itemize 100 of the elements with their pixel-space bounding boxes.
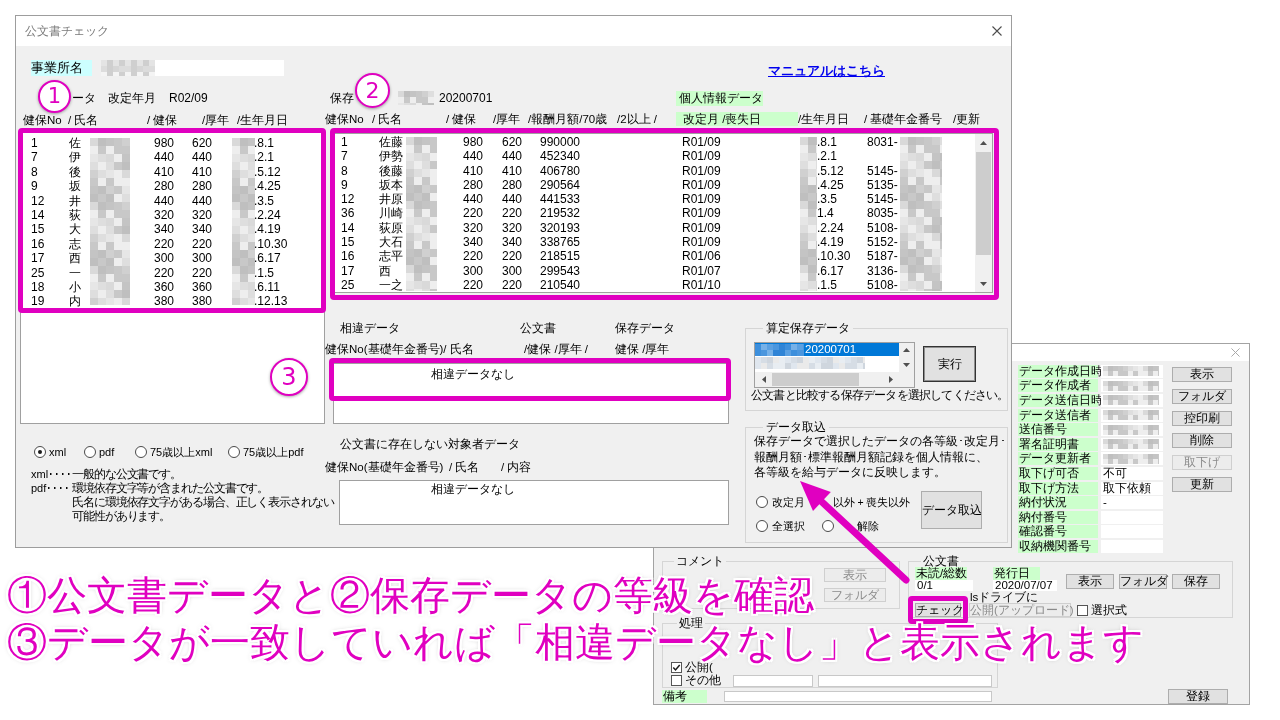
close-icon[interactable] [992, 26, 1002, 36]
list-cell-text: 伊勢 [379, 149, 404, 164]
text-field[interactable] [1101, 437, 1163, 451]
list-cell-text: 36 [341, 206, 356, 221]
import-radio[interactable]: 全選択 [756, 518, 805, 533]
field-label: 備考 [662, 690, 707, 703]
action-button[interactable]: 削除 [1172, 433, 1232, 448]
column-header: / 氏名 [372, 112, 404, 126]
column-header: 健保No [325, 112, 365, 126]
list-cell-text: 452340 [540, 149, 582, 164]
list-cell-text: 219532 [540, 206, 582, 221]
scrollbar-thumb[interactable] [772, 373, 859, 386]
import-radio[interactable]: 解除 [822, 518, 879, 533]
list-cell-text: 440 [192, 193, 214, 208]
revision-label: 改定年月 [108, 91, 157, 105]
action-button[interactable]: フォルダ [1172, 389, 1232, 404]
list-cell-text: 16 [31, 236, 46, 252]
scrollbar[interactable] [899, 343, 914, 372]
text-field[interactable] [101, 60, 284, 76]
section-label: 公文書 [520, 320, 557, 336]
list-cell-text: .10.30 [254, 236, 289, 252]
list-cell-text: 志 [69, 236, 82, 252]
list-cell-text: 218515 [540, 249, 582, 264]
up-arrow-icon[interactable] [903, 348, 910, 353]
list-cell-text: 16 [341, 249, 356, 264]
right-arrow-icon[interactable] [888, 376, 893, 383]
up-arrow-icon[interactable] [980, 140, 987, 145]
run-button[interactable]: 実行 [923, 346, 976, 382]
down-arrow-icon[interactable] [980, 281, 987, 286]
input-field[interactable] [732, 674, 813, 687]
field-label: 納付番号 [1018, 510, 1098, 524]
format-radio[interactable]: xml [34, 445, 84, 459]
left-arrow-icon[interactable] [761, 376, 766, 383]
list-cell-text: .8.1 [817, 135, 838, 150]
text-field[interactable] [1101, 423, 1163, 437]
check-button[interactable]: チェック [915, 603, 961, 617]
action-button[interactable]: フォルダ [1119, 574, 1167, 589]
format-radio[interactable]: pdf [84, 445, 135, 459]
input-field[interactable] [724, 691, 992, 702]
list-cell-text: 620 [192, 136, 214, 151]
note-text: 環境依存文字等が含まれた公文書です。 氏名に環境依存文字がある場合、正しく表示されない 可能性があります。 [72, 481, 334, 523]
text-field[interactable] [1101, 394, 1163, 407]
format-radio[interactable]: 75歳以上pdf [228, 445, 325, 459]
list-box[interactable]: 相違データなし [333, 363, 729, 424]
option-checkbox[interactable]: その他 [671, 674, 733, 687]
scrollbar-thumb[interactable] [976, 152, 991, 255]
text-field[interactable]: 2020/07/07 [993, 580, 1057, 591]
list-box[interactable] [20, 130, 325, 424]
description-text: 保存データで選択したデータの各等級･改定月･ 報酬月額･標準報酬月額記録を個人情報に、 各等級を給与データに反映します。 [754, 434, 1006, 480]
list-cell-text: 340 [192, 222, 214, 237]
text-field[interactable]: 不可 [1101, 466, 1163, 480]
list-cell-text: .1.5 [817, 277, 838, 292]
manual-link[interactable]: マニュアルはこちら [768, 64, 885, 78]
list-cell-text: 410 [502, 163, 524, 178]
action-button[interactable]: 控印刷 [1172, 411, 1232, 426]
list-cell-text: 220 [154, 265, 176, 280]
text-field[interactable]: 0/1 [915, 580, 973, 591]
action-button[interactable]: 保存 [1172, 574, 1220, 589]
list-cell-text: 大石 [379, 235, 404, 250]
list-cell-text: 220 [192, 265, 214, 280]
list-cell-text: 伊 [69, 150, 82, 165]
register-button[interactable]: 登録 [1168, 689, 1228, 704]
text-field[interactable] [1101, 408, 1163, 422]
action-button[interactable]: 更新 [1172, 477, 1232, 492]
empty-message: 相違データなし [431, 483, 515, 496]
list-box[interactable]: 相違データなし [339, 480, 729, 525]
down-arrow-icon[interactable] [903, 362, 910, 367]
import-button[interactable]: データ取込 [921, 490, 982, 529]
list-cell-text: .5.12 [254, 164, 282, 180]
field-label: 送信番号 [1018, 423, 1098, 437]
list-cell-text: R01/06 [682, 249, 722, 264]
text-field[interactable] [1101, 364, 1163, 378]
list-cell-text: 320 [192, 207, 214, 223]
note-text: 一般的な公文書です。 [72, 467, 181, 481]
hint-text: 公文書と比較する保存データを選択してください。 [751, 389, 1009, 402]
select-checkbox[interactable]: 選択式 [1077, 603, 1127, 617]
list-item[interactable]: 20200701 [755, 343, 899, 356]
list-cell-text: 299543 [540, 263, 582, 278]
text-field[interactable] [1101, 379, 1163, 393]
text-field[interactable] [1101, 452, 1163, 466]
import-radio[interactable]: 改定月 以外 + 喪失以外 [756, 494, 911, 509]
scrollbar[interactable] [975, 134, 992, 292]
list-box[interactable]: 20200701 [754, 342, 915, 388]
input-field[interactable] [817, 674, 992, 687]
scrollbar[interactable] [755, 372, 914, 387]
text-field[interactable]: - [1101, 496, 1163, 510]
list-cell-text: 280 [154, 179, 176, 194]
text-field[interactable]: 取下依頼 [1101, 481, 1163, 495]
field-label: データ更新者 [1018, 452, 1098, 466]
format-radio[interactable]: 75歳以上xml [135, 445, 228, 459]
list-cell-text: 440 [192, 150, 214, 165]
column-header: /更新 [953, 112, 982, 126]
column-header: /厚年 [493, 112, 522, 126]
action-button[interactable]: 表示 [1066, 574, 1114, 589]
list-cell-text: 380 [192, 294, 214, 309]
list-item[interactable] [755, 356, 865, 369]
list-cell-text: .4.25 [817, 177, 845, 193]
list-cell-text: 8 [31, 164, 39, 180]
mosaic-block [1103, 410, 1159, 421]
action-button[interactable]: 表示 [1172, 367, 1232, 382]
